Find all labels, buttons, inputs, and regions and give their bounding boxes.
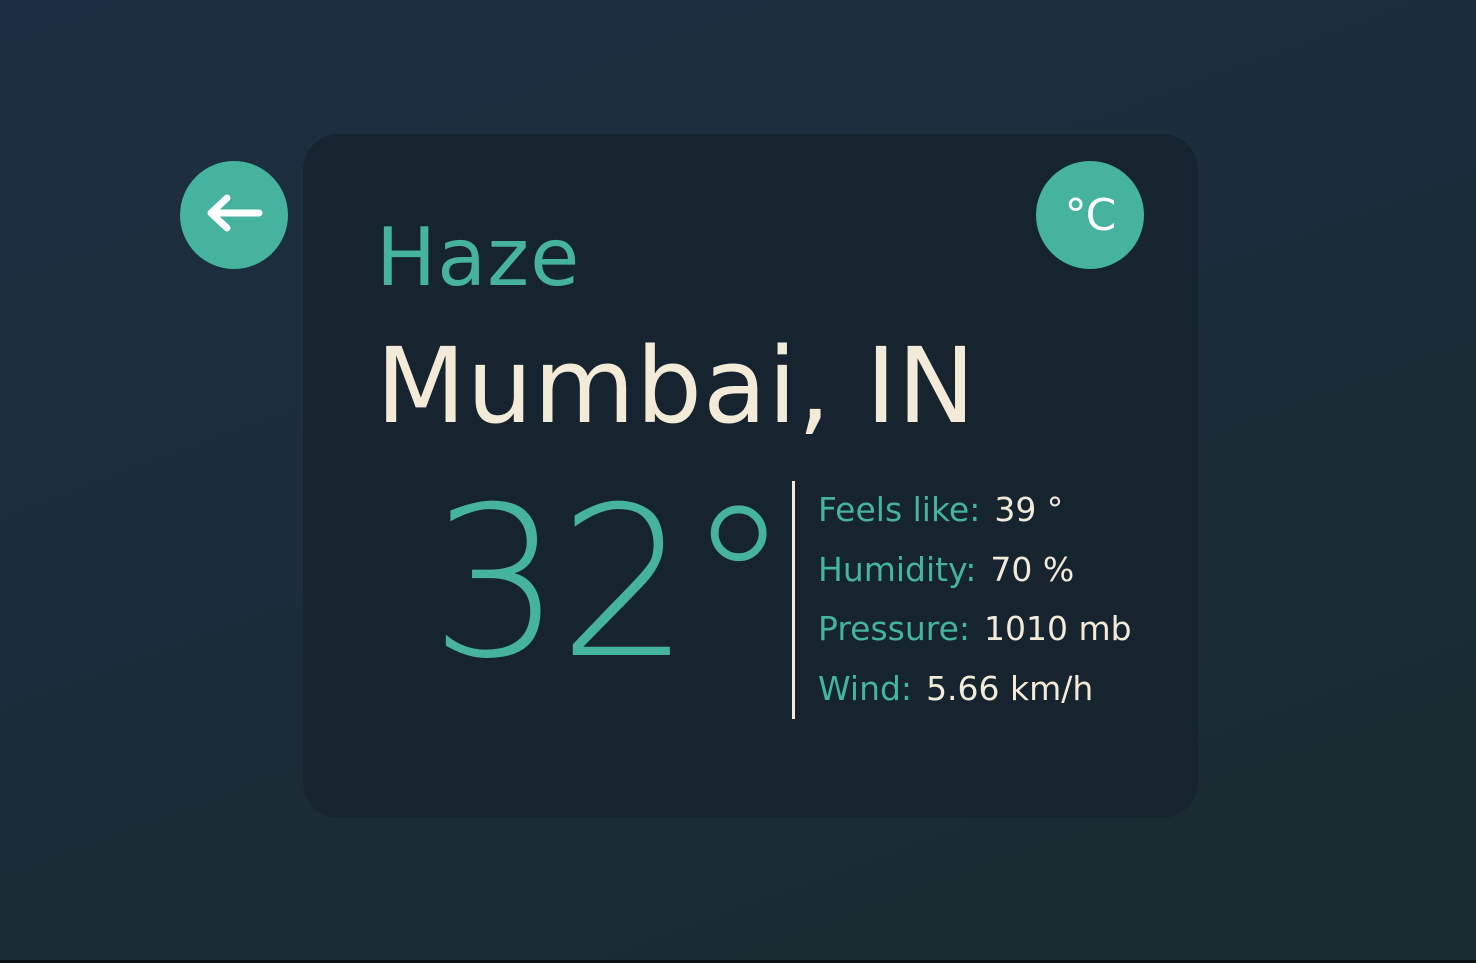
detail-humidity: Humidity: 70 % [818, 550, 1132, 610]
detail-label: Pressure: [818, 609, 971, 648]
detail-label: Humidity: [818, 549, 977, 589]
arrow-left-icon [205, 193, 263, 237]
detail-label: Feels like: [818, 490, 981, 529]
back-button[interactable] [180, 161, 288, 269]
detail-value: 70 % [990, 549, 1075, 589]
detail-value: 5.66 km/h [926, 668, 1094, 708]
location-name: Mumbai, IN [376, 325, 977, 447]
detail-wind: Wind: 5.66 km/h [818, 669, 1132, 729]
weather-details: Feels like: 39 ° Humidity: 70 % Pressure… [818, 490, 1132, 728]
detail-feels-like: Feels like: 39 ° [818, 490, 1132, 550]
unit-toggle-button[interactable]: °C [1036, 161, 1144, 269]
detail-value: 1010 mb [984, 609, 1132, 648]
divider [792, 481, 795, 719]
detail-label: Wind: [818, 668, 913, 708]
detail-pressure: Pressure: 1010 mb [818, 609, 1132, 669]
unit-toggle-label: °C [1064, 189, 1117, 241]
weather-condition: Haze [376, 211, 581, 304]
detail-value: 39 ° [994, 490, 1064, 529]
current-temperature: 32° [430, 463, 791, 705]
